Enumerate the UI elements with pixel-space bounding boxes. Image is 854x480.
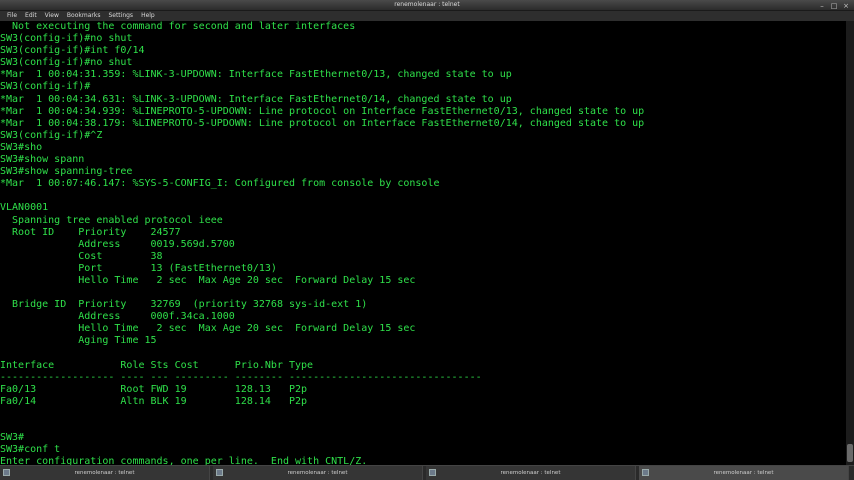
menu-help[interactable]: Help [137, 11, 159, 21]
taskbar-button-label: renemolenaar : telnet [713, 470, 774, 476]
terminal-line: *Mar 1 00:04:34.939: %LINEPROTO-5-UPDOWN… [0, 105, 645, 117]
terminal-line: SW3#conf t [0, 444, 61, 456]
terminal-lines: Not executing the command for second and… [0, 21, 846, 465]
terminal-line: Enter configuration commands, one per li… [0, 456, 368, 465]
taskbar-button[interactable]: renemolenaar : telnet [0, 466, 210, 480]
terminal-line: Root ID Priority 24577 [0, 226, 181, 238]
taskbar-button[interactable]: renemolenaar : telnet [213, 466, 423, 480]
terminal-line: Not executing the command for second and… [0, 21, 356, 32]
menu-file[interactable]: File [3, 11, 21, 21]
terminal-line: ------------------- ---- --- --------- -… [0, 371, 482, 383]
terminal-line: VLAN0001 [0, 202, 49, 214]
terminal-line: Interface Role Sts Cost Prio.Nbr Type [0, 359, 314, 371]
terminal-line: Hello Time 2 sec Max Age 20 sec Forward … [0, 274, 416, 286]
window-title: renemolenaar : telnet [394, 1, 460, 8]
window-titlebar[interactable]: renemolenaar : telnet – □ × [0, 0, 854, 11]
terminal-output[interactable]: Not executing the command for second and… [0, 21, 846, 465]
taskbar-button-label: renemolenaar : telnet [287, 470, 348, 476]
terminal-line: Hello Time 2 sec Max Age 20 sec Forward … [0, 323, 416, 335]
window-controls: – □ × [818, 1, 850, 10]
terminal-scrollbar[interactable] [846, 21, 854, 465]
taskbar-button[interactable]: renemolenaar : telnet [426, 466, 636, 480]
taskbar: renemolenaar : telnet renemolenaar : teln… [0, 465, 854, 480]
terminal-line: *Mar 1 00:04:31.359: %LINK-3-UPDOWN: Int… [0, 69, 512, 81]
minimize-button[interactable]: – [818, 2, 826, 10]
terminal-line: SW3#sho [0, 141, 43, 153]
terminal-line: Cost 38 [0, 250, 163, 262]
menu-bar: File Edit View Bookmarks Settings Help [0, 11, 854, 21]
taskbar-button[interactable]: renemolenaar : telnet [639, 466, 849, 480]
terminal-line: Spanning tree enabled protocol ieee [0, 214, 223, 226]
terminal-line: Aging Time 15 [0, 335, 157, 347]
terminal-line: SW3#show spann [0, 154, 85, 166]
terminal-line: SW3(config-if)#no shut [0, 57, 133, 69]
maximize-button[interactable]: □ [830, 2, 838, 10]
menu-bookmarks[interactable]: Bookmarks [63, 11, 105, 21]
terminal-line: SW3(config-if)#no shut [0, 33, 133, 45]
menu-view[interactable]: View [41, 11, 63, 21]
terminal-line: *Mar 1 00:04:38.179: %LINEPROTO-5-UPDOWN… [0, 117, 645, 129]
scrollbar-thumb[interactable] [847, 444, 853, 462]
terminal-line: Fa0/14 Altn BLK 19 128.14 P2p [0, 395, 308, 407]
menu-settings[interactable]: Settings [104, 11, 137, 21]
terminal-line: SW3#show spanning-tree [0, 166, 133, 178]
terminal-line: SW3# [0, 432, 25, 444]
close-button[interactable]: × [842, 2, 850, 10]
terminal-line: Fa0/13 Root FWD 19 128.13 P2p [0, 383, 308, 395]
terminal-line: *Mar 1 00:07:46.147: %SYS-5-CONFIG_I: Co… [0, 178, 440, 190]
terminal-line: Address 0019.569d.5700 [0, 238, 235, 250]
terminal-line: Bridge ID Priority 32769 (priority 32768… [0, 299, 368, 311]
menu-edit[interactable]: Edit [21, 11, 41, 21]
terminal-line: SW3(config-if)#^Z [0, 129, 103, 141]
taskbar-button-label: renemolenaar : telnet [74, 470, 135, 476]
terminal-line: SW3(config-if)# [0, 81, 91, 93]
taskbar-button-label: renemolenaar : telnet [500, 470, 561, 476]
terminal-line: SW3(config-if)#int f0/14 [0, 45, 145, 57]
terminal-line: Address 000f.34ca.1000 [0, 311, 235, 323]
terminal-line: Port 13 (FastEthernet0/13) [0, 262, 277, 274]
terminal-line: *Mar 1 00:04:34.631: %LINK-3-UPDOWN: Int… [0, 93, 512, 105]
